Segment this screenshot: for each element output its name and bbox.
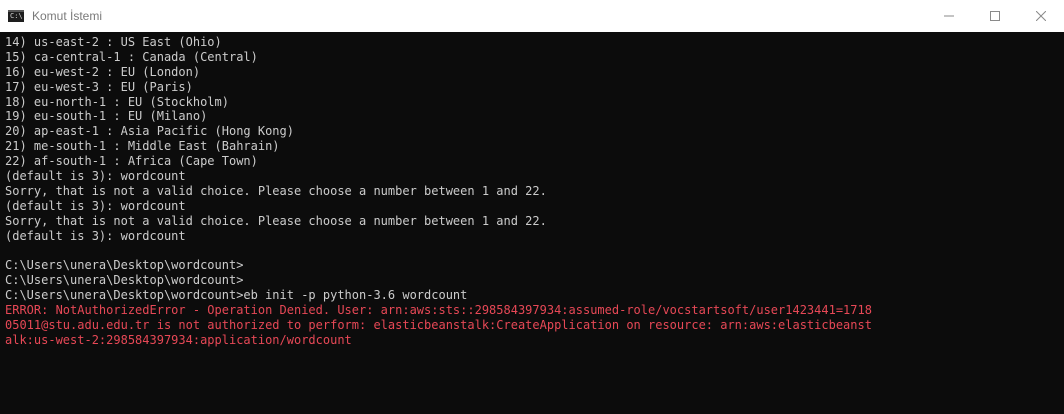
terminal-output[interactable]: 14) us-east-2 : US East (Ohio) 15) ca-cen… xyxy=(0,32,1064,414)
terminal-line: (default is 3): wordcount xyxy=(5,228,186,243)
window-controls xyxy=(926,0,1064,32)
terminal-line: 20) ap-east-1 : Asia Pacific (Hong Kong) xyxy=(5,124,294,139)
terminal-line: (default is 3): wordcount xyxy=(5,169,186,184)
terminal-line: 14) us-east-2 : US East (Ohio) xyxy=(5,35,222,49)
window-title: Komut İstemi xyxy=(32,9,103,23)
terminal-line: C:\Users\unera\Desktop\wordcount> xyxy=(5,258,244,273)
terminal-line: 22) af-south-1 : Africa (Cape Town) xyxy=(5,154,258,169)
error-line: ERROR: NotAuthorizedError - Operation De… xyxy=(5,303,872,318)
close-icon xyxy=(1036,11,1046,21)
terminal-line: C:\Users\unera\Desktop\wordcount>eb init… xyxy=(5,288,468,303)
maximize-icon xyxy=(990,11,1000,21)
close-button[interactable] xyxy=(1018,0,1064,32)
error-line: 05011@stu.adu.edu.tr is not authorized t… xyxy=(5,317,872,332)
terminal-line: C:\Users\unera\Desktop\wordcount> xyxy=(5,273,244,288)
terminal-line: 16) eu-west-2 : EU (London) xyxy=(5,64,201,79)
terminal-line: 15) ca-central-1 : Canada (Central) xyxy=(5,49,258,64)
terminal-line: 21) me-south-1 : Middle East (Bahrain) xyxy=(5,139,280,154)
cmd-icon-glyph: C:\ xyxy=(10,12,23,20)
terminal-line: 19) eu-south-1 : EU (Milano) xyxy=(5,109,208,124)
command-prompt-window: C:\ Komut İstemi 14) us-east-2 : US East… xyxy=(0,0,1064,414)
terminal-line: Sorry, that is not a valid choice. Pleas… xyxy=(5,213,547,228)
minimize-button[interactable] xyxy=(926,0,972,32)
terminal-line: (default is 3): wordcount xyxy=(5,198,186,213)
title-bar[interactable]: C:\ Komut İstemi xyxy=(0,0,1064,32)
terminal-line: 18) eu-north-1 : EU (Stockholm) xyxy=(5,94,229,109)
error-line: alk:us-west-2:298584397934:application/w… xyxy=(5,332,352,347)
maximize-button[interactable] xyxy=(972,0,1018,32)
cmd-icon: C:\ xyxy=(8,10,24,22)
terminal-line: Sorry, that is not a valid choice. Pleas… xyxy=(5,183,547,198)
minimize-icon xyxy=(944,15,954,17)
terminal-line: 17) eu-west-3 : EU (Paris) xyxy=(5,79,193,94)
